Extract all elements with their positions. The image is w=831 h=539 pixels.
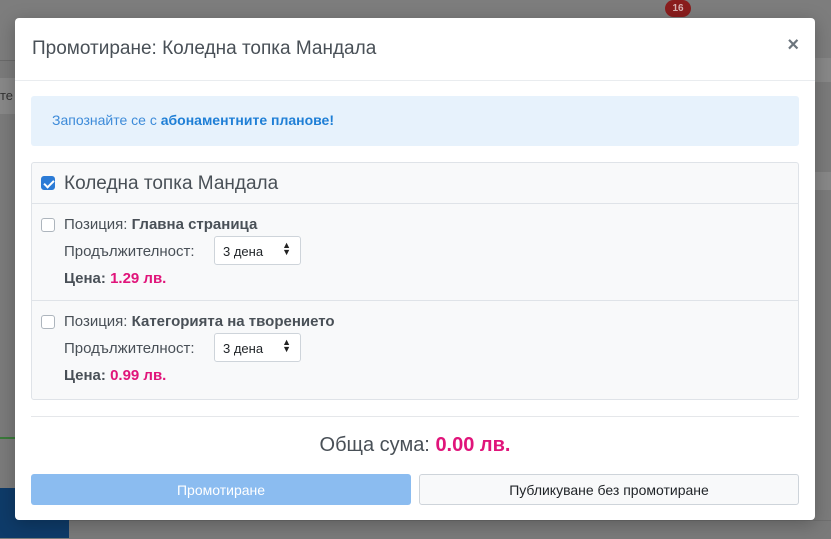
position-value: Главна страница xyxy=(131,216,258,233)
background-right-panel-2 xyxy=(815,172,831,190)
select-arrows-icon: ▲ ▼ xyxy=(282,337,291,354)
position-label: Позиция: xyxy=(64,313,128,330)
background-right-panel xyxy=(815,58,831,82)
duration-value: 3 дена xyxy=(223,341,264,356)
promotion-option: Позиция: Категорията на творението Продъ… xyxy=(32,300,798,397)
promotion-option: Позиция: Главна страница Продължителност… xyxy=(32,204,798,300)
option-checkbox-category[interactable] xyxy=(41,315,55,329)
total-label: Обща сума: xyxy=(319,434,430,456)
background-footer xyxy=(69,520,831,539)
alert-prefix: Запознайте се с xyxy=(52,112,161,128)
item-title: Коледна топка Мандала xyxy=(64,173,279,194)
total-sum: Обща сума: 0.00 лв. xyxy=(15,434,815,457)
duration-label: Продължителност: xyxy=(64,340,195,357)
option-position: Позиция: Главна страница xyxy=(64,216,257,233)
duration-select[interactable]: 3 дена ▲ ▼ xyxy=(214,333,301,362)
modal-header: Промотиране: Коледна топка Мандала × xyxy=(15,18,815,81)
divider xyxy=(31,416,799,417)
alert-text: Запознайте се с абонаментните планове! xyxy=(52,112,334,128)
close-icon[interactable]: × xyxy=(787,34,799,57)
promotion-card: Коледна топка Мандала Позиция: Главна ст… xyxy=(31,162,799,400)
duration-value: 3 дена xyxy=(223,244,264,259)
notification-badge: 16 xyxy=(665,0,691,17)
option-price: Цена: 0.99 лв. xyxy=(64,367,166,384)
duration-select[interactable]: 3 дена ▲ ▼ xyxy=(214,236,301,265)
position-label: Позиция: xyxy=(64,216,128,233)
item-checkbox[interactable] xyxy=(41,176,55,190)
option-price: Цена: 1.29 лв. xyxy=(64,270,166,287)
price-label: Цена: xyxy=(64,367,106,384)
total-value: 0.00 лв. xyxy=(435,434,511,456)
promote-button[interactable]: Промотиране xyxy=(31,474,411,505)
modal-title: Промотиране: Коледна топка Мандала xyxy=(32,38,377,59)
publish-without-promotion-button[interactable]: Публикуване без промотиране xyxy=(419,474,799,505)
duration-label: Продължителност: xyxy=(64,243,195,260)
info-alert: Запознайте се с абонаментните планове! xyxy=(31,96,799,146)
option-position: Позиция: Категорията на творението xyxy=(64,313,335,330)
promote-modal: Промотиране: Коледна топка Мандала × Зап… xyxy=(15,18,815,520)
select-arrows-icon: ▲ ▼ xyxy=(282,240,291,257)
price-value: 0.99 лв. xyxy=(110,367,167,384)
position-value: Категорията на творението xyxy=(131,313,335,330)
price-label: Цена: xyxy=(64,270,106,287)
option-checkbox-homepage[interactable] xyxy=(41,218,55,232)
background-green-line xyxy=(0,437,15,439)
price-value: 1.29 лв. xyxy=(110,270,167,287)
plans-link[interactable]: абонаментните планове! xyxy=(161,112,334,128)
card-header: Коледна топка Мандала xyxy=(32,163,798,204)
background-strip-text: те xyxy=(0,88,14,103)
